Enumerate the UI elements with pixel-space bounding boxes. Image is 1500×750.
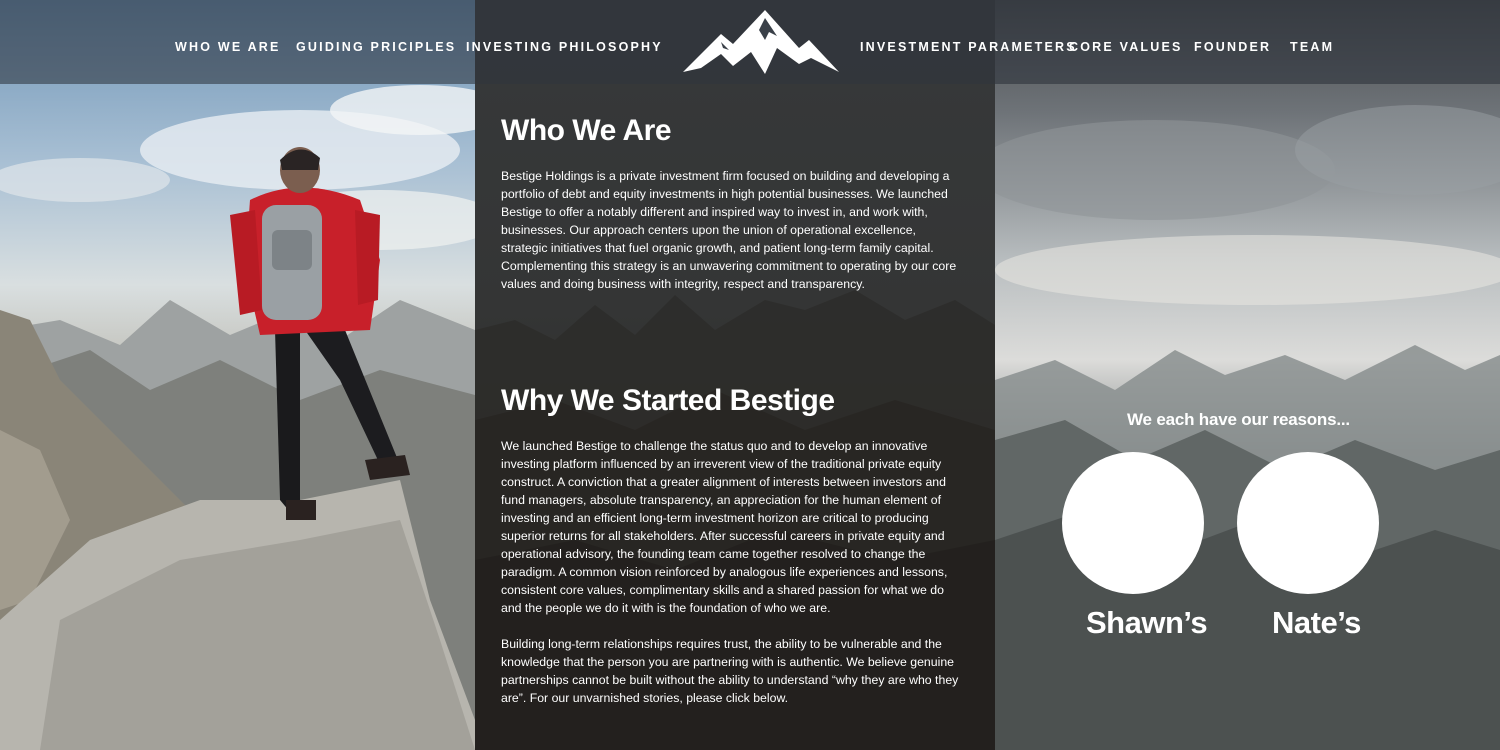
reasons-tagline: We each have our reasons...	[1127, 410, 1350, 429]
nate-story-link[interactable]: Nate’s	[1272, 605, 1361, 641]
why-bestige-heading: Why We Started Bestige	[501, 384, 835, 417]
shawn-photo-circle[interactable]	[1062, 452, 1204, 594]
shawn-story-link[interactable]: Shawn’s	[1086, 605, 1208, 641]
mountain-logo-icon[interactable]	[681, 8, 841, 76]
nate-photo-circle[interactable]	[1237, 452, 1379, 594]
nav-investing-philosophy[interactable]: INVESTING PHILOSOPHY	[466, 40, 663, 54]
main-content-panel: Who We Are Bestige Holdings is a private…	[475, 84, 995, 750]
why-bestige-text-1: We launched Bestige to challenge the sta…	[501, 439, 948, 615]
nav-guiding-principles[interactable]: GUIDING PRICIPLES	[296, 40, 456, 54]
why-bestige-text-2: Building long-term relationships require…	[501, 637, 959, 705]
who-we-are-text: Bestige Holdings is a private investment…	[501, 169, 957, 291]
nav-investment-parameters[interactable]: INVESTMENT PARAMETERS	[860, 40, 1077, 54]
hiker-photo	[0, 0, 475, 750]
nav-who-we-are[interactable]: WHO WE ARE	[175, 40, 281, 54]
top-nav-bar: WHO WE ARE GUIDING PRICIPLES INVESTING P…	[0, 0, 1500, 84]
nav-core-values[interactable]: CORE VALUES	[1069, 40, 1183, 54]
nav-founder[interactable]: FOUNDER	[1194, 40, 1271, 54]
cloudy-mountains-photo	[995, 0, 1500, 750]
nav-team[interactable]: TEAM	[1290, 40, 1334, 54]
who-we-are-heading: Who We Are	[501, 114, 672, 147]
